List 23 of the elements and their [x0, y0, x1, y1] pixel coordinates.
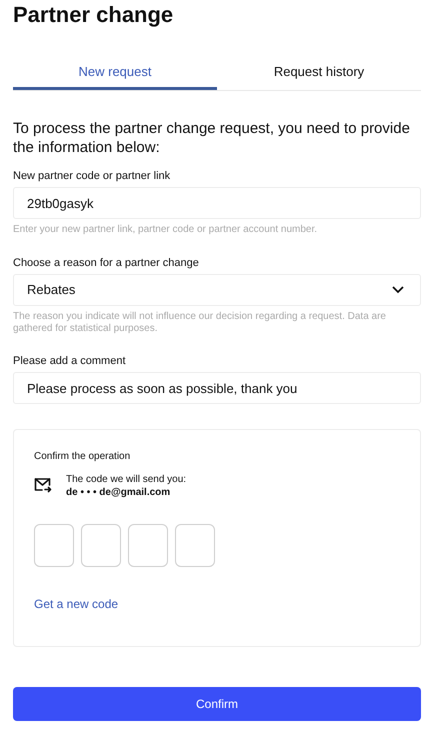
mail-send-icon	[34, 477, 52, 493]
page-title: Partner change	[13, 1, 174, 29]
card-title: Confirm the operation	[34, 450, 132, 464]
field-label: Choose a reason for a partner change	[13, 256, 200, 270]
reason-select[interactable]: Rebates	[13, 274, 421, 306]
text-field[interactable]: Please process as soon as possible, thank you	[13, 372, 421, 404]
field-hint: The reason you indicate will not influence our decision regarding a request. Data are gathered for statistical purposes.	[13, 311, 387, 335]
send-note: The code we will send you:	[66, 473, 186, 486]
confirm-button[interactable]: Confirm	[13, 687, 421, 721]
field-hint: Enter your new partner link, partner code or partner account number.	[13, 224, 318, 236]
code-digit-field[interactable]	[34, 524, 74, 567]
text-field[interactable]: 29tb0gasyk	[13, 187, 421, 219]
intro-text: To process the partner change request, you need to provide the information below:	[13, 119, 411, 157]
field-label: Please add a comment	[13, 354, 127, 368]
code-digit-field[interactable]	[128, 524, 168, 567]
tab[interactable]: New request	[13, 56, 217, 90]
tab[interactable]: Request history	[217, 56, 421, 90]
code-digit-field[interactable]	[175, 524, 215, 567]
new-code-link[interactable]: Get a new code	[34, 595, 118, 613]
field-label: New partner code or partner link	[13, 169, 172, 183]
chevron-down-icon	[392, 286, 404, 294]
masked-email: de • • • de@gmail.com	[66, 486, 172, 499]
code-digit-field[interactable]	[81, 524, 121, 567]
